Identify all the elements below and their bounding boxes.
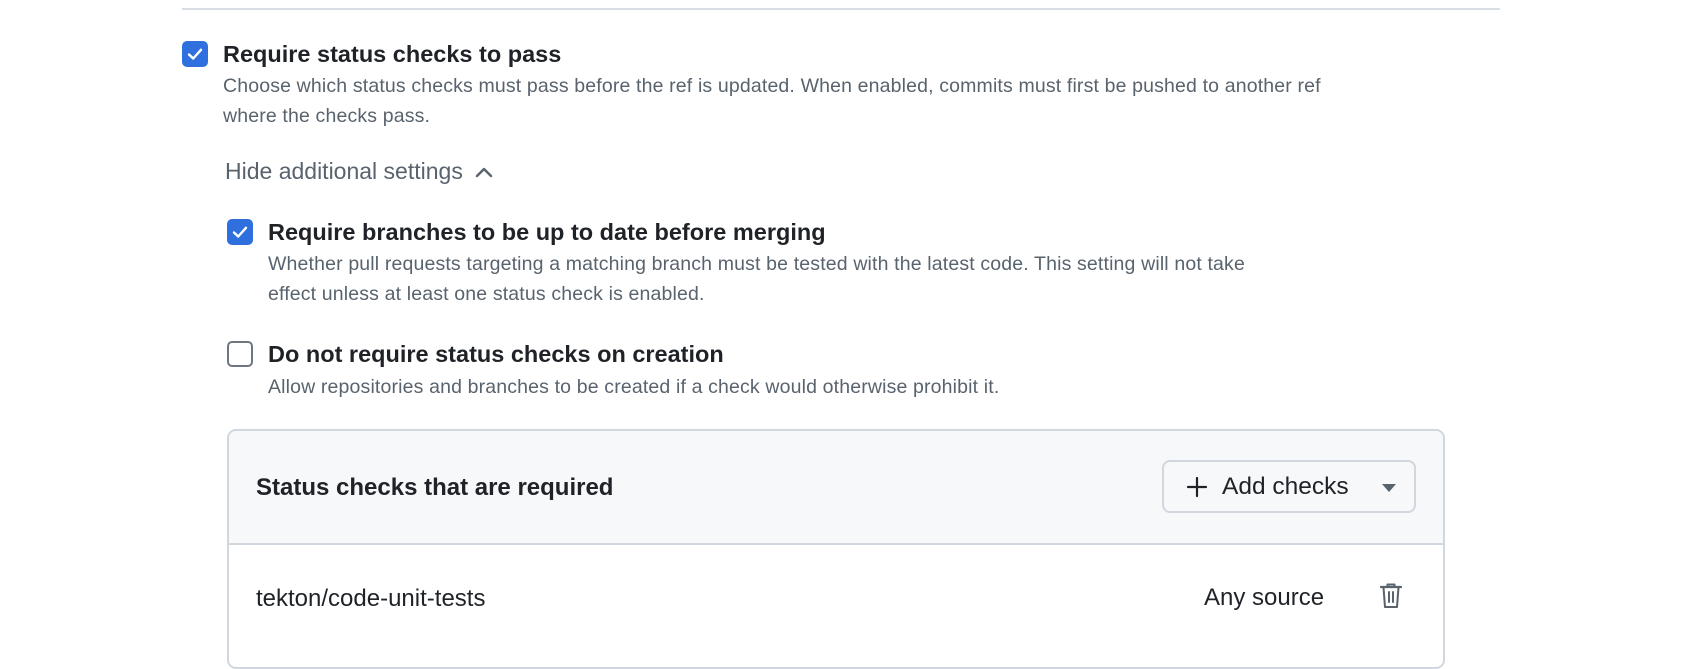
add-checks-button[interactable]: Add checks xyxy=(1162,460,1416,513)
description-line: where the checks pass. xyxy=(223,105,431,127)
status-checks-title: Status checks that are required xyxy=(256,474,614,501)
status-checks-header: Status checks that are required Add chec… xyxy=(229,431,1443,545)
no-checks-on-creation-description: Allow repositories and branches to be cr… xyxy=(268,372,999,402)
status-check-name: tekton/code-unit-tests xyxy=(256,585,486,612)
require-status-checks-description: Choose which status checks must pass bef… xyxy=(223,71,1321,131)
status-check-source[interactable]: Any source xyxy=(1204,584,1324,612)
no-checks-on-creation-label[interactable]: Do not require status checks on creation xyxy=(268,341,724,368)
no-checks-on-creation-checkbox[interactable] xyxy=(227,341,253,367)
add-checks-label: Add checks xyxy=(1222,472,1349,500)
require-up-to-date-label[interactable]: Require branches to be up to date before… xyxy=(268,219,826,246)
chevron-up-icon xyxy=(475,167,493,177)
hide-additional-settings-toggle[interactable]: Hide additional settings xyxy=(225,158,493,185)
require-up-to-date-checkbox[interactable] xyxy=(227,219,253,245)
checkmark-icon xyxy=(187,48,203,60)
description-line: effect unless at least one status check … xyxy=(268,283,705,305)
description-line: Choose which status checks must pass bef… xyxy=(223,75,1321,97)
checkmark-icon xyxy=(232,226,248,238)
description-line: Allow repositories and branches to be cr… xyxy=(268,376,1000,398)
plus-icon xyxy=(1186,476,1208,497)
trash-icon[interactable] xyxy=(1379,582,1403,615)
status-checks-panel: Status checks that are required Add chec… xyxy=(227,429,1445,669)
toggle-label: Hide additional settings xyxy=(225,158,463,184)
description-line: Whether pull requests targeting a matchi… xyxy=(268,253,1245,275)
section-divider xyxy=(182,8,1500,10)
triangle-down-icon xyxy=(1382,484,1396,492)
require-status-checks-checkbox[interactable] xyxy=(182,41,208,67)
require-status-checks-label[interactable]: Require status checks to pass xyxy=(223,41,561,68)
status-check-row: tekton/code-unit-tests Any source xyxy=(229,545,1443,635)
require-up-to-date-description: Whether pull requests targeting a matchi… xyxy=(268,249,1245,309)
